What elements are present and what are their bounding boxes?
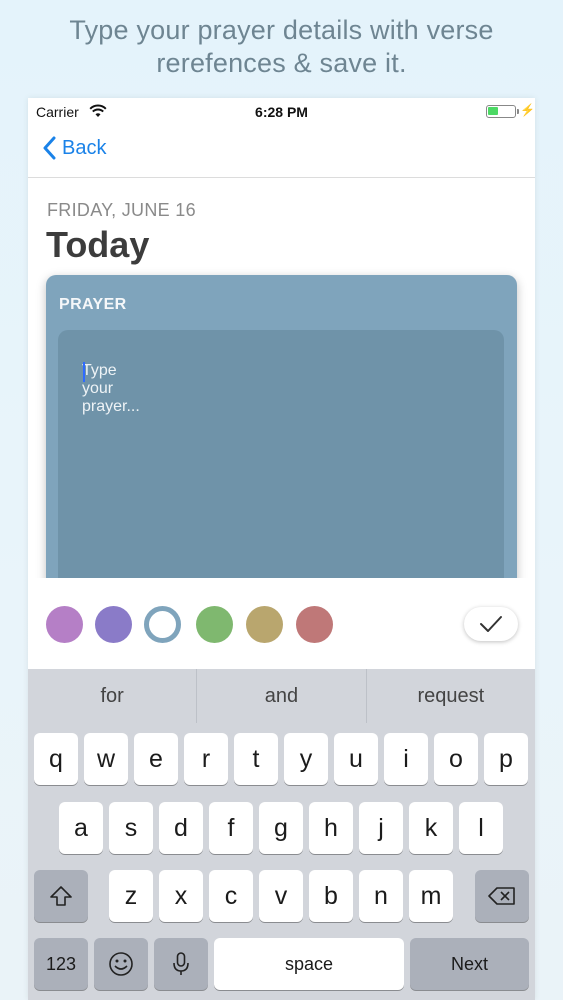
- key-k[interactable]: k: [409, 802, 453, 854]
- delete-key[interactable]: [475, 870, 529, 922]
- color-swatch-blue-gray[interactable]: [144, 606, 181, 643]
- caption-line-1: Type your prayer details with verse: [69, 15, 494, 45]
- promo-caption: Type your prayer details with verse rere…: [0, 14, 563, 80]
- numbers-key[interactable]: 123: [34, 938, 88, 990]
- prayer-text-input[interactable]: Type your prayer...: [58, 330, 504, 600]
- status-time: 6:28 PM: [255, 104, 308, 120]
- key-z[interactable]: z: [109, 870, 153, 922]
- suggestion-3[interactable]: request: [367, 669, 535, 723]
- prayer-card-label: PRAYER: [59, 296, 127, 313]
- prayer-input-text: Type your prayer...: [82, 362, 140, 415]
- key-w[interactable]: w: [84, 733, 128, 785]
- next-key[interactable]: Next: [410, 938, 529, 990]
- dictation-key[interactable]: [154, 938, 208, 990]
- keyboard: for and request q w e r t y u i o p a s …: [28, 669, 535, 1000]
- charging-icon: ⚡: [520, 103, 535, 117]
- emoji-key[interactable]: [94, 938, 148, 990]
- phone-screen: Carrier 6:28 PM ⚡ Back FRIDAY, JUNE 16 T…: [28, 98, 535, 1000]
- shift-key[interactable]: [34, 870, 88, 922]
- space-key[interactable]: space: [214, 938, 404, 990]
- color-swatch-green[interactable]: [196, 606, 233, 643]
- color-picker-bar: [28, 578, 535, 669]
- emoji-icon: [109, 952, 133, 976]
- key-l[interactable]: l: [459, 802, 503, 854]
- key-p[interactable]: p: [484, 733, 528, 785]
- key-i[interactable]: i: [384, 733, 428, 785]
- caption-line-2: rerefences & save it.: [156, 48, 407, 78]
- key-h[interactable]: h: [309, 802, 353, 854]
- back-button[interactable]: Back: [42, 136, 106, 160]
- navigation-bar: Back: [28, 126, 535, 178]
- save-button[interactable]: [464, 607, 518, 641]
- key-q[interactable]: q: [34, 733, 78, 785]
- key-v[interactable]: v: [259, 870, 303, 922]
- suggestion-2[interactable]: and: [197, 669, 367, 723]
- date-subtitle: FRIDAY, JUNE 16: [47, 200, 196, 220]
- key-s[interactable]: s: [109, 802, 153, 854]
- key-t[interactable]: t: [234, 733, 278, 785]
- shift-icon: [50, 886, 72, 906]
- color-swatch-violet[interactable]: [95, 606, 132, 643]
- key-x[interactable]: x: [159, 870, 203, 922]
- backspace-icon: [488, 887, 515, 905]
- battery-icon: [486, 105, 519, 118]
- key-c[interactable]: c: [209, 870, 253, 922]
- microphone-icon: [173, 952, 189, 975]
- key-j[interactable]: j: [359, 802, 403, 854]
- text-caret: [83, 362, 85, 382]
- key-u[interactable]: u: [334, 733, 378, 785]
- chevron-left-icon: [43, 136, 56, 160]
- key-f[interactable]: f: [209, 802, 253, 854]
- status-bar: Carrier 6:28 PM ⚡: [28, 98, 535, 126]
- key-d[interactable]: d: [159, 802, 203, 854]
- key-a[interactable]: a: [59, 802, 103, 854]
- checkmark-icon: [480, 616, 502, 632]
- color-swatch-purple[interactable]: [46, 606, 83, 643]
- key-e[interactable]: e: [134, 733, 178, 785]
- color-swatch-rose[interactable]: [296, 606, 333, 643]
- page-title: Today: [46, 224, 150, 265]
- prayer-card: PRAYER Type your prayer...: [46, 275, 517, 600]
- key-y[interactable]: y: [284, 733, 328, 785]
- back-label: Back: [62, 136, 107, 159]
- key-m[interactable]: m: [409, 870, 453, 922]
- key-b[interactable]: b: [309, 870, 353, 922]
- key-g[interactable]: g: [259, 802, 303, 854]
- key-n[interactable]: n: [359, 870, 403, 922]
- key-r[interactable]: r: [184, 733, 228, 785]
- suggestion-bar: for and request: [28, 669, 535, 723]
- key-o[interactable]: o: [434, 733, 478, 785]
- color-swatch-gold[interactable]: [246, 606, 283, 643]
- suggestion-1[interactable]: for: [28, 669, 198, 723]
